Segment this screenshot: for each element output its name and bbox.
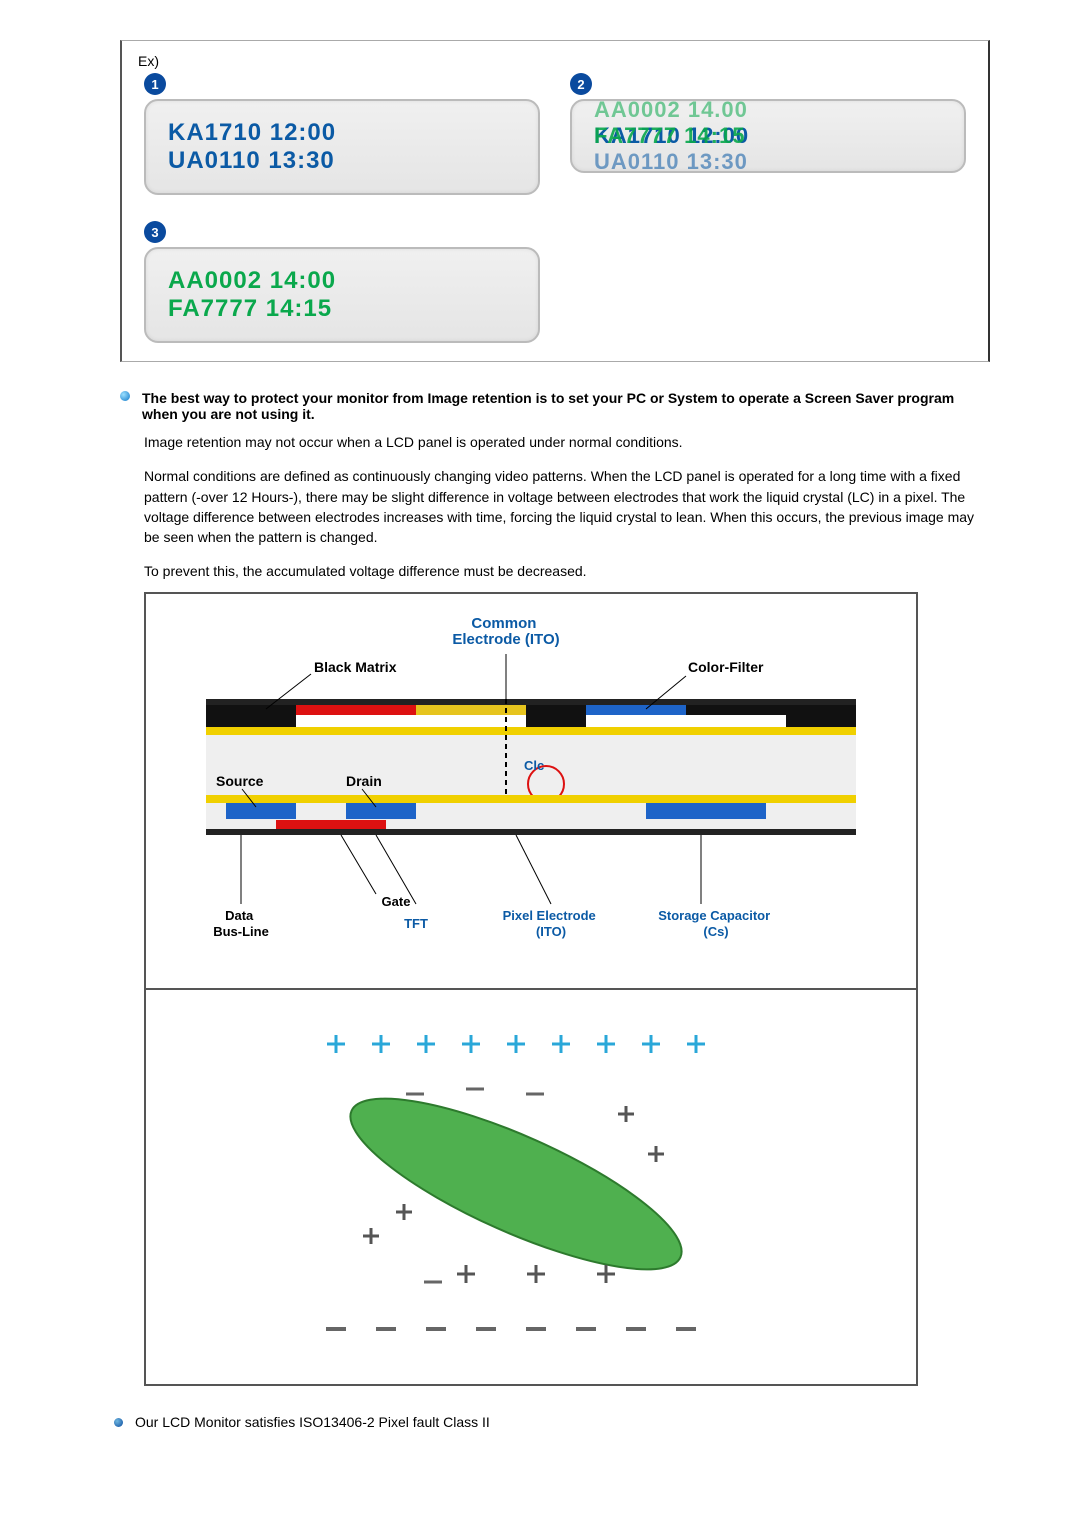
label-pixel-electrode: Pixel Electrode (ITO) bbox=[503, 908, 600, 939]
upper-minus-row bbox=[406, 1089, 544, 1094]
panel-number-1: 1 bbox=[144, 73, 166, 95]
panel-number-2: 2 bbox=[570, 73, 592, 95]
lower-plus-row bbox=[457, 1265, 615, 1283]
label-source: Source bbox=[216, 773, 264, 789]
label-data-bus-line: Data Bus-Line bbox=[213, 908, 269, 939]
bullet-icon bbox=[120, 391, 130, 401]
label-storage-capacitor: Storage Capacitor (Cs) bbox=[658, 908, 774, 939]
panel2-mix-line: KA1710 12:00 FA7777 14:15 bbox=[594, 123, 942, 149]
section-title: The best way to protect your monitor fro… bbox=[120, 390, 990, 422]
example-label: Ex) bbox=[138, 53, 976, 69]
display-panel-3: AA0002 14:00 FA7777 14:15 bbox=[144, 247, 540, 343]
panel-number-3: 3 bbox=[144, 221, 166, 243]
bullet-icon bbox=[114, 1418, 123, 1427]
panel1-line2: UA0110 13:30 bbox=[168, 147, 516, 175]
panel1-line1: KA1710 12:00 bbox=[168, 119, 516, 147]
lcd-diagram: Common Electrode (ITO) Black Matrix Colo… bbox=[144, 592, 918, 1386]
display-panel-2-ghost: AA0002 14.00 KA1710 12:00 FA7777 14:15 U… bbox=[570, 99, 966, 173]
display-panel-1: KA1710 12:00 UA0110 13:30 bbox=[144, 99, 540, 195]
top-plus-row bbox=[327, 1035, 705, 1053]
example-box: Ex) 1 KA1710 12:00 UA0110 13:30 2 AA0002… bbox=[120, 40, 990, 362]
example-panel-2: 2 AA0002 14.00 KA1710 12:00 FA7777 14:15… bbox=[570, 73, 966, 195]
label-gate: Gate bbox=[382, 894, 411, 909]
label-drain: Drain bbox=[346, 773, 382, 789]
body-para-3: To prevent this, the accumulated voltage… bbox=[144, 561, 990, 581]
label-color-filter: Color-Filter bbox=[688, 659, 764, 675]
panel3-line2: FA7777 14:15 bbox=[168, 295, 516, 323]
body-para-1: Image retention may not occur when a LCD… bbox=[144, 432, 990, 452]
panel3-line1: AA0002 14:00 bbox=[168, 267, 516, 295]
example-panel-3: 3 AA0002 14:00 FA7777 14:15 bbox=[144, 221, 540, 343]
label-clc: Clc bbox=[524, 758, 544, 773]
label-black-matrix: Black Matrix bbox=[314, 659, 397, 675]
liquid-crystal-icon bbox=[332, 1067, 700, 1301]
section-title-text: The best way to protect your monitor fro… bbox=[142, 390, 990, 422]
panel2-ghost-bottom: UA0110 13:30 bbox=[594, 149, 942, 173]
footer-text: Our LCD Monitor satisfies ISO13406-2 Pix… bbox=[135, 1414, 490, 1430]
footer-line: Our LCD Monitor satisfies ISO13406-2 Pix… bbox=[114, 1414, 990, 1430]
label-tft: TFT bbox=[404, 916, 428, 931]
panel2-mix-green: FA7777 14:15 bbox=[594, 123, 745, 149]
body-para-2: Normal conditions are defined as continu… bbox=[144, 466, 990, 547]
label-common-electrode: Common Electrode (ITO) bbox=[452, 615, 559, 648]
example-panel-1: 1 KA1710 12:00 UA0110 13:30 bbox=[144, 73, 540, 195]
panel2-ghost-top: AA0002 14.00 bbox=[594, 99, 942, 123]
